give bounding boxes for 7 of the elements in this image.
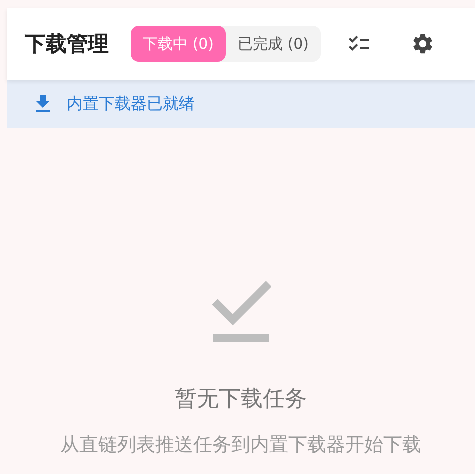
empty-subtitle: 从直链列表推送任务到内置下载器开始下载 xyxy=(60,433,422,458)
checkmark-icon xyxy=(211,278,271,342)
tab[interactable]: 已完成 (0) xyxy=(226,26,322,62)
page-title: 下载管理 xyxy=(25,31,109,58)
status-text: 内置下载器已就绪 xyxy=(67,94,195,114)
download-icon xyxy=(35,95,51,113)
empty-title: 暂无下载任务 xyxy=(175,386,307,414)
